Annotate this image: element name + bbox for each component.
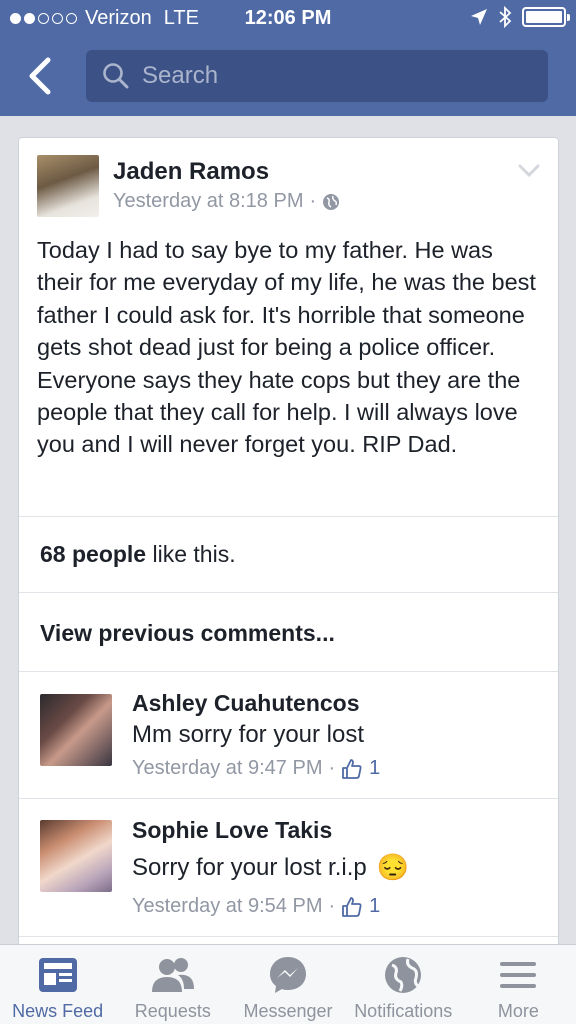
globe-icon [385,957,422,993]
tab-label: More [497,1001,539,1021]
comment-body: Sorry for your lost r.i.p [132,853,367,881]
search-placeholder: Search [142,62,219,89]
menu-icon [500,962,537,988]
status-bar: Verizon LTE 12:06 PM [0,0,576,38]
comment-timestamp: Yesterday at 9:47 PM [132,757,323,779]
avatar[interactable] [40,694,112,766]
post-meta: Yesterday at 8:18 PM · [113,190,340,213]
search-icon [103,63,129,89]
divider [19,516,558,517]
divider [19,798,558,799]
divider [19,936,558,937]
tab-label: Messenger [243,1001,333,1021]
search-input[interactable]: Search [86,50,548,102]
comment-author[interactable]: Ashley Cuahutencos [132,690,360,717]
tab-label: Notifications [354,1001,453,1021]
chevron-down-icon [518,164,540,178]
view-previous-comments-link[interactable]: View previous comments... [40,620,335,647]
comment-like-count: 1 [369,757,381,779]
post-text: Today I had to say bye to my father. He … [37,237,536,458]
battery-icon [522,7,570,27]
tab-more[interactable]: More [461,945,576,1024]
thumbs-up-icon[interactable] [341,896,363,918]
likes-suffix: like this. [146,541,236,567]
thumbs-up-icon[interactable] [341,758,363,780]
comment-body: Mm sorry for your lost [132,721,365,748]
comment-text: Mm sorry for your lost [132,721,364,749]
likes-summary[interactable]: 68 people like this. [40,541,236,568]
meta-separator: · [328,895,336,917]
post-timestamp[interactable]: Yesterday at 8:18 PM [113,190,304,213]
navigation-header: Verizon LTE 12:06 PM Search [0,0,576,116]
friend-requests-icon [151,958,194,992]
likes-count: 68 people [40,541,147,567]
post-author[interactable]: Jaden Ramos [113,158,269,186]
chevron-left-icon [29,57,51,95]
tab-requests[interactable]: Requests [115,945,230,1024]
comment-meta: Yesterday at 9:47 PM · 1 [132,757,380,780]
divider [19,671,558,672]
tab-label: Requests [134,1001,211,1021]
messenger-icon [270,957,306,993]
comment-author[interactable]: Sophie Love Takis [132,817,332,844]
location-arrow-icon [471,9,487,25]
comment-like-count: 1 [369,895,381,917]
avatar[interactable] [40,820,112,892]
back-button[interactable] [24,56,58,96]
comment-timestamp: Yesterday at 9:54 PM [132,895,323,917]
pensive-face-emoji: 😔 [376,852,410,882]
tab-messenger[interactable]: Messenger [230,945,345,1024]
avatar[interactable] [37,155,99,217]
bluetooth-icon [499,6,512,28]
divider [19,592,558,593]
meta-separator: · [309,190,317,212]
news-feed-icon [38,958,77,992]
comment-text: Sorry for your lost r.i.p 😔 [132,852,409,883]
tab-news-feed[interactable]: News Feed [0,945,115,1024]
comment-meta: Yesterday at 9:54 PM · 1 [132,895,380,918]
bottom-tab-bar: News Feed Requests Messenger Notificatio… [0,944,576,1024]
tab-notifications[interactable]: Notifications [346,945,461,1024]
meta-separator: · [328,757,336,779]
globe-icon [323,193,340,210]
post-card: Jaden Ramos Yesterday at 8:18 PM · Today… [18,137,559,967]
tab-label: News Feed [12,1001,104,1021]
post-options-button[interactable] [518,164,540,183]
